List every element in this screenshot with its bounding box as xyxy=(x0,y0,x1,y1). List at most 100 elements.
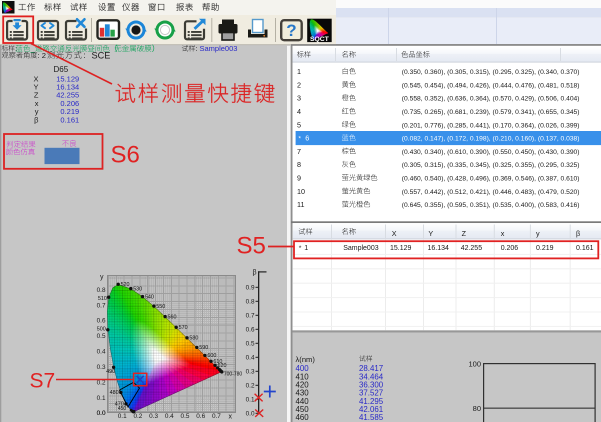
svg-text:(0.460, 0.540), (0.428, 0.496): (0.460, 0.540), (0.428, 0.496), (0.369, … xyxy=(402,175,580,182)
svg-text:16.134: 16.134 xyxy=(56,83,79,92)
svg-text:0.206: 0.206 xyxy=(501,245,519,252)
svg-text:0.5: 0.5 xyxy=(181,413,190,420)
svg-text:(0.201, 0.776), (0.285, 0.441): (0.201, 0.776), (0.285, 0.441), (0.170, … xyxy=(402,122,580,129)
svg-text:500: 500 xyxy=(97,326,106,332)
svg-text:28.417: 28.417 xyxy=(359,364,383,373)
svg-text:(0.305, 0.315), (0.335, 0.345): (0.305, 0.315), (0.335, 0.345), (0.325, … xyxy=(402,162,580,169)
svg-text:0.2: 0.2 xyxy=(97,379,106,386)
svg-text:0.6: 0.6 xyxy=(97,318,106,325)
svg-text:0.161: 0.161 xyxy=(576,245,594,252)
svg-text:D65: D65 xyxy=(54,65,69,74)
svg-text:λ(nm): λ(nm) xyxy=(296,355,316,364)
svg-text:80: 80 xyxy=(473,404,481,413)
svg-text:41.585: 41.585 xyxy=(359,413,384,422)
svg-text:0.161: 0.161 xyxy=(60,115,79,124)
svg-text:(0.735, 0.265), (0.681, 0.239): (0.735, 0.265), (0.681, 0.239), (0.579, … xyxy=(402,109,580,116)
svg-text:410: 410 xyxy=(296,372,310,381)
svg-text:（: （ xyxy=(110,44,118,53)
svg-text:0.5: 0.5 xyxy=(246,341,255,348)
svg-text:0.4: 0.4 xyxy=(165,413,174,420)
svg-text:0.0: 0.0 xyxy=(97,410,106,417)
svg-text:42.255: 42.255 xyxy=(56,91,79,100)
svg-text:34.464: 34.464 xyxy=(359,372,384,381)
svg-text:y: y xyxy=(100,274,104,281)
svg-text:1: 1 xyxy=(304,243,308,252)
svg-text:0.7: 0.7 xyxy=(212,413,221,420)
svg-text:x: x xyxy=(229,413,233,420)
svg-text:x: x xyxy=(35,99,39,108)
svg-text:β: β xyxy=(34,115,39,124)
svg-text:15.129: 15.129 xyxy=(390,245,412,252)
svg-text:460: 460 xyxy=(296,413,310,422)
svg-text:(0.557, 0.442), (0.512, 0.421): (0.557, 0.442), (0.512, 0.421), (0.446, … xyxy=(402,189,580,196)
svg-text:100: 100 xyxy=(468,360,481,369)
svg-text:0.1: 0.1 xyxy=(118,413,127,420)
svg-text:*: * xyxy=(299,245,302,252)
svg-text:0.6: 0.6 xyxy=(246,327,255,334)
svg-text:0.1: 0.1 xyxy=(97,395,106,402)
svg-text:42.061: 42.061 xyxy=(359,405,383,414)
svg-text:430: 430 xyxy=(296,389,310,398)
svg-text:11: 11 xyxy=(297,200,304,209)
svg-text:0.8: 0.8 xyxy=(246,299,255,306)
svg-text:37.527: 37.527 xyxy=(359,389,383,398)
svg-text:7: 7 xyxy=(297,147,301,156)
svg-text:420: 420 xyxy=(296,381,310,390)
svg-text:0.2: 0.2 xyxy=(133,413,142,420)
svg-text:*: * xyxy=(298,136,301,143)
svg-text:41.295: 41.295 xyxy=(359,397,384,406)
svg-text:S7: S7 xyxy=(30,369,56,392)
svg-text:6: 6 xyxy=(305,134,309,143)
svg-text:0.1: 0.1 xyxy=(246,397,255,404)
svg-text:0.4: 0.4 xyxy=(246,355,255,362)
svg-text:0.4: 0.4 xyxy=(97,349,106,356)
svg-text:0.3: 0.3 xyxy=(97,364,106,371)
svg-text:5: 5 xyxy=(297,120,301,129)
svg-text:8: 8 xyxy=(297,160,301,169)
svg-text:0.9: 0.9 xyxy=(246,285,255,292)
svg-text:0.3: 0.3 xyxy=(149,413,158,420)
svg-text:0.7: 0.7 xyxy=(97,302,106,309)
svg-text:0.6: 0.6 xyxy=(196,413,205,420)
svg-text:15.129: 15.129 xyxy=(56,74,79,83)
svg-text:Sample003: Sample003 xyxy=(200,44,238,53)
svg-text:36.300: 36.300 xyxy=(359,381,384,390)
svg-text:Z: Z xyxy=(462,229,467,238)
svg-text:0.8: 0.8 xyxy=(97,287,106,294)
svg-text:y: y xyxy=(35,107,39,116)
svg-text:0.0: 0.0 xyxy=(246,411,255,418)
svg-text:X: X xyxy=(33,74,38,83)
svg-text:Y: Y xyxy=(428,229,433,238)
svg-text:4: 4 xyxy=(297,107,301,116)
svg-text:(0.082, 0.147), (0.172, 0.198): (0.082, 0.147), (0.172, 0.198), (0.210, … xyxy=(402,136,580,143)
svg-text:0.7: 0.7 xyxy=(246,313,255,320)
svg-text:10: 10 xyxy=(297,187,305,196)
svg-text:_: _ xyxy=(29,44,35,53)
svg-text:9: 9 xyxy=(297,173,301,182)
svg-text:X: X xyxy=(392,229,397,238)
svg-text:42.255: 42.255 xyxy=(461,245,483,252)
svg-text::: : xyxy=(84,51,86,60)
svg-text:450: 450 xyxy=(296,405,310,414)
svg-text:0.219: 0.219 xyxy=(536,245,554,252)
svg-text:S6: S6 xyxy=(111,141,140,168)
svg-text:(0.350, 0.360), (0.305, 0.315): (0.350, 0.360), (0.305, 0.315), (0.295, … xyxy=(402,69,580,76)
svg-text:: 2: : 2 xyxy=(38,51,46,60)
svg-text:β: β xyxy=(252,270,256,277)
svg-text:3: 3 xyxy=(297,94,301,103)
svg-text:0.219: 0.219 xyxy=(60,107,79,116)
svg-text:(0.430, 0.340), (0.610, 0.390): (0.430, 0.340), (0.610, 0.390), (0.550, … xyxy=(402,149,580,156)
svg-text:SCE: SCE xyxy=(92,51,111,61)
svg-text:400: 400 xyxy=(296,364,310,373)
svg-text:Sample003: Sample003 xyxy=(343,245,379,252)
svg-text:0.0: 0.0 xyxy=(97,410,106,417)
svg-text:0.2: 0.2 xyxy=(246,383,255,390)
svg-text::: : xyxy=(15,45,17,53)
svg-text:440: 440 xyxy=(296,397,310,406)
svg-text:0.206: 0.206 xyxy=(60,99,79,108)
svg-text:(0.558, 0.352), (0.636, 0.364): (0.558, 0.352), (0.636, 0.364), (0.570, … xyxy=(402,96,580,103)
svg-text:）: ） xyxy=(152,44,160,53)
svg-text:(0.645, 0.355), (0.595, 0.351): (0.645, 0.355), (0.595, 0.351), (0.535, … xyxy=(402,202,580,209)
svg-text:S5: S5 xyxy=(237,232,266,259)
svg-text:Z: Z xyxy=(34,91,39,100)
